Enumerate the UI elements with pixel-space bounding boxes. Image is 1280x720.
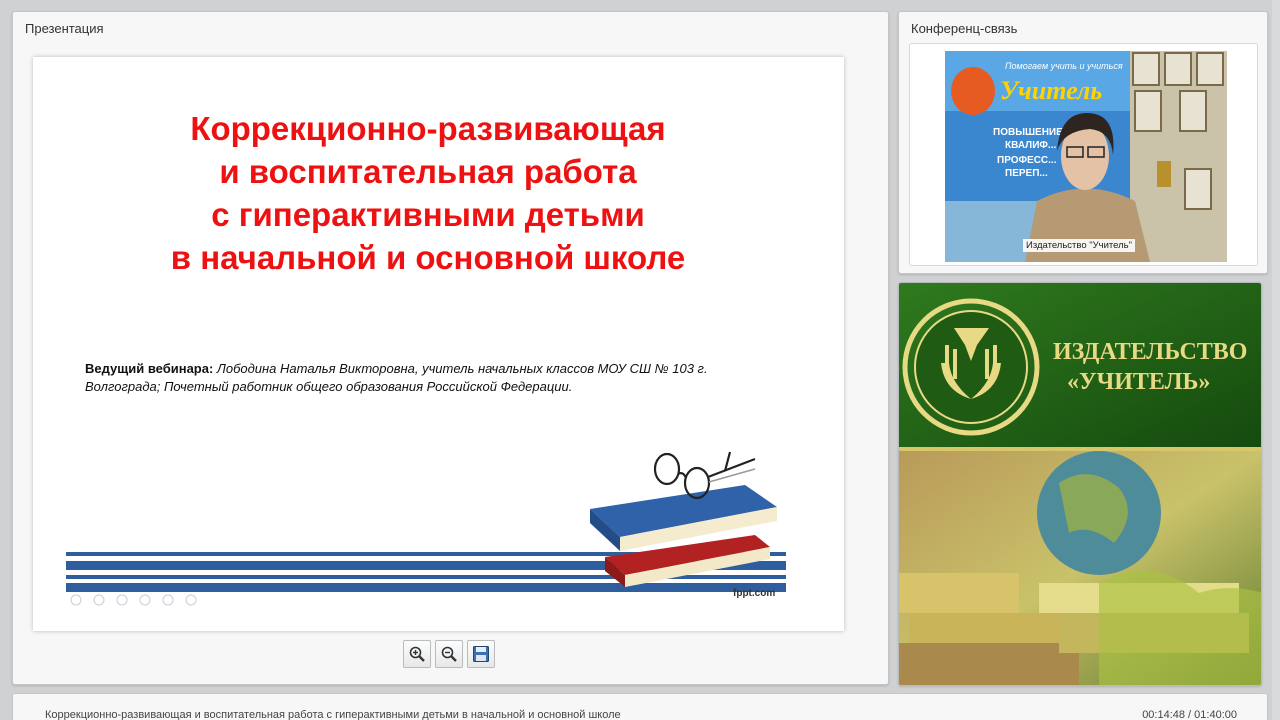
page-scrollbar[interactable] — [1272, 0, 1280, 720]
save-button[interactable] — [467, 640, 495, 668]
zoom-in-button[interactable] — [403, 640, 431, 668]
conference-panel-title: Конференц-связь — [911, 21, 1018, 36]
conference-panel: Конференц-связь Помогаем учить и учиться… — [898, 11, 1268, 274]
banner-artwork: ИЗДАТЕЛЬСТВО «УЧИТЕЛЬ» — [899, 283, 1261, 685]
slide-watermark: fppt.com — [733, 588, 776, 599]
presentation-panel-title: Презентация — [25, 21, 104, 36]
slide-title-line: Коррекционно-развивающая — [190, 110, 666, 147]
slide-title-line: в начальной и основной школе — [170, 239, 686, 276]
slide: Коррекционно-развивающая и воспитательна… — [33, 57, 844, 631]
books-illustration — [590, 451, 777, 587]
video-label: Издательство "Учитель" — [1023, 239, 1136, 252]
zoom-out-button[interactable] — [435, 640, 463, 668]
slide-title-line: с гиперактивными детьми — [211, 196, 645, 233]
poster-tagline: Помогаем учить и учиться — [1005, 61, 1123, 71]
zoom-out-icon — [441, 646, 457, 662]
webinar-title: Коррекционно-развивающая и воспитательна… — [45, 709, 621, 720]
poster-line: ПРОФЕСС... — [997, 155, 1057, 166]
publisher-banner[interactable]: ИЗДАТЕЛЬСТВО «УЧИТЕЛЬ» — [898, 282, 1262, 686]
slide-toolbar — [403, 640, 495, 670]
save-icon — [473, 646, 489, 662]
zoom-in-icon — [409, 646, 425, 662]
slide-title-line: и воспитательная работа — [219, 153, 637, 190]
poster-line: КВАЛИФ... — [1005, 140, 1056, 151]
poster-line: ПОВЫШЕНИЕ — [993, 127, 1063, 138]
footer-bar: Коррекционно-развивающая и воспитательна… — [12, 693, 1268, 720]
banner-line2: «УЧИТЕЛЬ» — [1067, 369, 1210, 395]
banner-line1: ИЗДАТЕЛЬСТВО — [1053, 339, 1247, 365]
playback-time: 00:14:48 / 01:40:00 — [1142, 709, 1237, 720]
slide-title: Коррекционно-развивающая и воспитательна… — [33, 107, 823, 279]
webcam-video[interactable]: Помогаем учить и учиться Учитель ПОВЫШЕН… — [945, 51, 1227, 262]
slide-host-info: Ведущий вебинара: Лободина Наталья Викто… — [85, 360, 785, 396]
poster-brand: Учитель — [1000, 76, 1102, 105]
poster-line: ПЕРЕП... — [1005, 168, 1048, 179]
video-frame: Помогаем учить и учиться Учитель ПОВЫШЕН… — [909, 43, 1258, 266]
webcam-scene: Помогаем учить и учиться Учитель ПОВЫШЕН… — [945, 51, 1227, 262]
presentation-panel: Презентация Коррекционно-развивающая и в… — [12, 11, 889, 685]
host-label: Ведущий вебинара: — [85, 361, 214, 376]
